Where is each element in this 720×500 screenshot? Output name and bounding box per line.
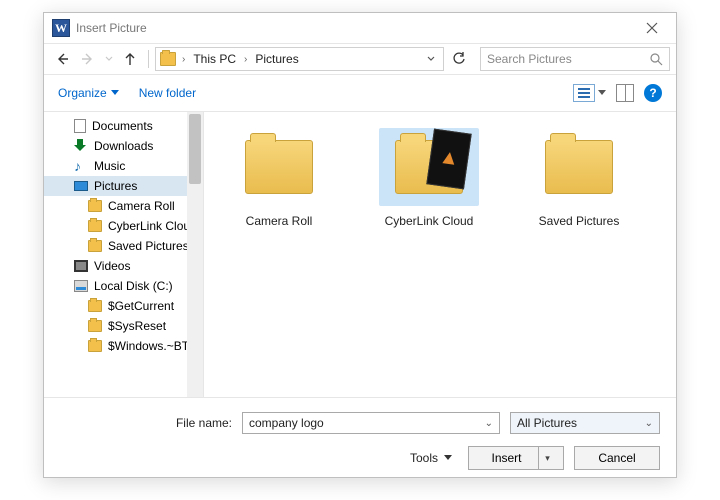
tree-item-camera-roll[interactable]: Camera Roll <box>44 196 203 216</box>
insert-picture-dialog: W Insert Picture › This PC › Pictures <box>43 12 677 478</box>
folder-icon <box>545 140 613 194</box>
word-app-icon: W <box>52 19 70 37</box>
search-input[interactable]: Search Pictures <box>480 47 670 71</box>
folder-item-saved-pictures[interactable]: Saved Pictures <box>524 128 634 228</box>
organize-menu[interactable]: Organize <box>58 86 119 100</box>
tree-item-downloads[interactable]: Downloads <box>44 136 203 156</box>
scrollbar-thumb[interactable] <box>189 114 201 184</box>
organize-label: Organize <box>58 86 107 100</box>
folder-icon <box>245 140 313 194</box>
item-label: Saved Pictures <box>539 214 620 228</box>
nav-bar: › This PC › Pictures Search Pictures <box>44 43 676 75</box>
tree-item-windowsbt[interactable]: $Windows.~BT <box>44 336 203 356</box>
folder-item-cyberlink[interactable]: CyberLink Cloud <box>374 128 484 228</box>
close-button[interactable] <box>632 14 672 42</box>
toolbar-right: ? <box>573 84 662 102</box>
filename-input[interactable]: company logo ⌄ <box>242 412 500 434</box>
tools-menu[interactable]: Tools <box>410 451 458 465</box>
folder-icon <box>88 220 102 232</box>
tree-item-sysreset[interactable]: $SysReset <box>44 316 203 336</box>
folder-icon <box>160 52 176 66</box>
arrow-right-icon <box>81 52 95 66</box>
document-icon <box>74 119 86 133</box>
address-bar[interactable]: › This PC › Pictures <box>155 47 444 71</box>
chevron-down-icon <box>444 455 452 461</box>
folder-item-camera-roll[interactable]: Camera Roll <box>224 128 334 228</box>
toolbar: Organize New folder ? <box>44 75 676 111</box>
arrow-up-icon <box>123 52 137 66</box>
nav-up-button[interactable] <box>118 47 142 71</box>
cancel-button[interactable]: Cancel <box>574 446 660 470</box>
item-label: CyberLink Cloud <box>385 214 474 228</box>
refresh-icon <box>452 52 466 66</box>
folder-icon <box>88 340 102 352</box>
chevron-down-icon <box>105 55 113 63</box>
nav-forward-button[interactable] <box>76 47 100 71</box>
new-folder-button[interactable]: New folder <box>139 86 196 100</box>
dialog-footer: File name: company logo ⌄ All Pictures ⌄… <box>44 397 676 484</box>
folder-icon <box>88 300 102 312</box>
dialog-title: Insert Picture <box>76 21 632 35</box>
pictures-icon <box>74 181 88 191</box>
list-view-icon <box>573 84 595 102</box>
chevron-down-icon[interactable]: ⌄ <box>645 418 653 429</box>
tree-item-pictures[interactable]: Pictures <box>44 176 203 196</box>
nav-back-button[interactable] <box>50 47 74 71</box>
nav-recent-dropdown[interactable] <box>102 47 116 71</box>
tree-scrollbar[interactable] <box>187 112 203 397</box>
dialog-body: Documents Downloads ♪Music Pictures Came… <box>44 111 676 397</box>
chevron-down-icon <box>598 90 606 96</box>
insert-dropdown[interactable]: ▾ <box>539 453 557 464</box>
filter-value: All Pictures <box>517 416 645 430</box>
tree-item-getcurrent[interactable]: $GetCurrent <box>44 296 203 316</box>
chevron-right-icon: › <box>242 54 249 65</box>
preview-pane-button[interactable] <box>616 84 634 102</box>
tree-item-local-disk[interactable]: Local Disk (C:) <box>44 276 203 296</box>
breadcrumb-root[interactable]: This PC <box>191 52 238 66</box>
tree-item-videos[interactable]: Videos <box>44 256 203 276</box>
chevron-down-icon <box>427 55 435 63</box>
breadcrumb-current[interactable]: Pictures <box>253 52 300 66</box>
disk-icon <box>74 280 88 292</box>
tools-label: Tools <box>410 451 438 465</box>
arrow-left-icon <box>55 52 69 66</box>
folder-icon <box>88 240 102 252</box>
chevron-right-icon: › <box>180 54 187 65</box>
insert-label: Insert <box>475 447 538 469</box>
separator <box>148 50 149 68</box>
search-placeholder: Search Pictures <box>487 52 650 66</box>
tree-item-cyberlink[interactable]: CyberLink Cloud <box>44 216 203 236</box>
refresh-button[interactable] <box>446 47 472 71</box>
titlebar: W Insert Picture <box>44 13 676 43</box>
file-pane[interactable]: Camera Roll CyberLink Cloud Saved Pictur… <box>204 112 676 397</box>
search-icon <box>650 53 663 66</box>
filename-value: company logo <box>249 416 485 430</box>
help-button[interactable]: ? <box>644 84 662 102</box>
folder-icon <box>88 200 102 212</box>
cancel-label: Cancel <box>598 451 635 465</box>
videos-icon <box>74 260 88 272</box>
tree-item-saved-pictures[interactable]: Saved Pictures <box>44 236 203 256</box>
chevron-down-icon <box>111 90 119 96</box>
tree-item-documents[interactable]: Documents <box>44 116 203 136</box>
insert-button[interactable]: Insert ▾ <box>468 446 564 470</box>
filename-label: File name: <box>60 416 232 430</box>
file-type-filter[interactable]: All Pictures ⌄ <box>510 412 660 434</box>
chevron-down-icon[interactable]: ⌄ <box>485 418 493 429</box>
folder-preview-thumb <box>426 129 471 190</box>
folder-icon <box>88 320 102 332</box>
tree-item-music[interactable]: ♪Music <box>44 156 203 176</box>
view-mode-button[interactable] <box>573 84 606 102</box>
new-folder-label: New folder <box>139 86 196 100</box>
item-label: Camera Roll <box>246 214 313 228</box>
music-icon: ♪ <box>74 159 88 173</box>
folder-icon <box>395 140 463 194</box>
close-icon <box>646 22 658 34</box>
address-dropdown[interactable] <box>423 55 439 63</box>
download-icon <box>74 139 88 153</box>
folder-tree[interactable]: Documents Downloads ♪Music Pictures Came… <box>44 112 204 397</box>
